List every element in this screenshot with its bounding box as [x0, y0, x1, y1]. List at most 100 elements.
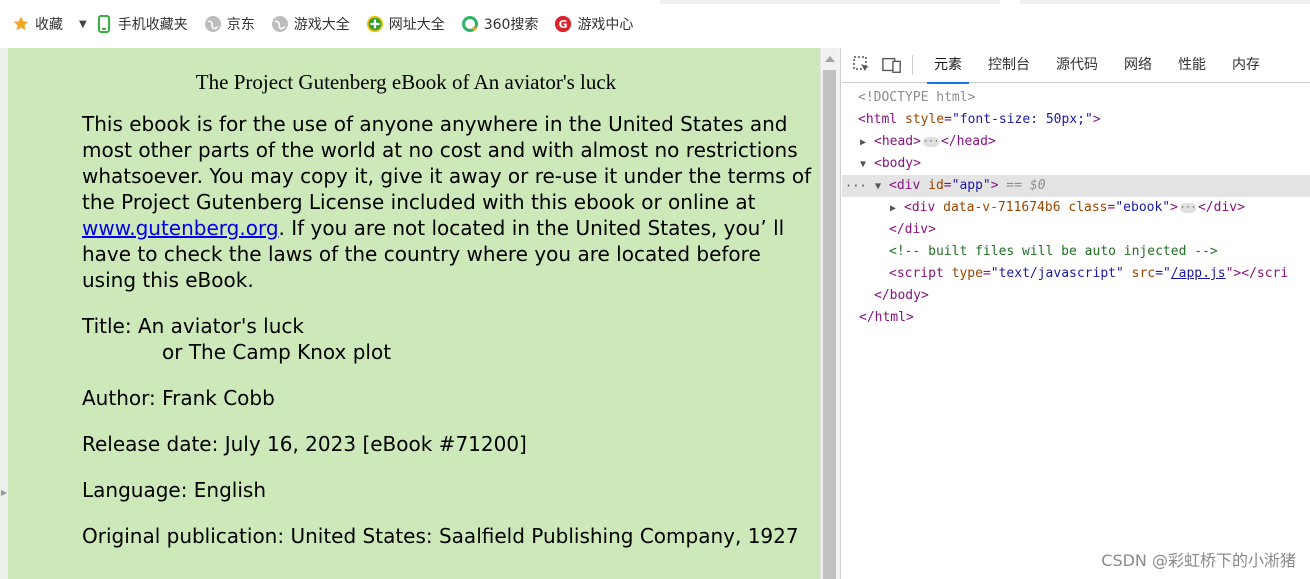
expand-triangle-icon[interactable]: ▶: [890, 198, 904, 220]
script-src-quote: =": [1155, 266, 1171, 281]
bookmark-favorites[interactable]: 收藏: [12, 14, 63, 34]
dom-tree: <!DOCTYPE html> <html style="font-size: …: [842, 83, 1310, 329]
head-close-tag: </head>: [940, 134, 996, 149]
bookmark-mobile-favorites[interactable]: 手机收藏夹: [95, 14, 188, 34]
dom-node-script[interactable]: <script type="text/javascript" src="/app…: [842, 263, 1310, 285]
ebook-content: The Project Gutenberg eBook of An aviato…: [82, 70, 812, 569]
ebook-page: ▶ The Project Gutenberg eBook of An avia…: [0, 48, 820, 579]
html-tag-end: >: [1092, 112, 1101, 127]
dom-node-html[interactable]: <html style="font-size: 50px;">: [842, 109, 1310, 131]
page-left-edge: [0, 48, 8, 579]
ellipsis-icon[interactable]: ···: [1179, 202, 1196, 213]
inner-div-open-tag: <div: [904, 200, 936, 215]
svg-text:G: G: [559, 18, 568, 31]
bookmark-url-directory[interactable]: 网址大全: [366, 14, 445, 34]
bookmark-games[interactable]: 游戏大全: [271, 14, 350, 34]
div-id-attr: id: [928, 178, 944, 193]
script-tag-tail: "></scri: [1225, 266, 1289, 281]
dom-node-html-close[interactable]: </html>: [842, 307, 1310, 329]
head-open-tag: <head>: [874, 134, 921, 149]
collapse-triangle-icon[interactable]: ▼: [875, 176, 889, 198]
inspect-element-icon[interactable]: [852, 55, 872, 75]
gutenberg-link[interactable]: www.gutenberg.org: [82, 216, 279, 240]
book-subtitle-line: or The Camp Knox plot: [162, 340, 392, 364]
author-line: Author: Frank Cobb: [82, 386, 275, 410]
toolbar-separator: [912, 55, 913, 75]
html-style-attr: style: [904, 112, 945, 127]
collapse-triangle-icon[interactable]: ▼: [860, 154, 874, 176]
globe-icon: [204, 15, 222, 33]
scrollbar-thumb[interactable]: [823, 70, 836, 579]
bookmark-label: 游戏大全: [293, 17, 350, 33]
bookmarks-bar: 收藏 ▼ 手机收藏夹 京东 游戏大全 网址大全 360搜索 G 游戏中心: [0, 0, 1310, 48]
tab-elements[interactable]: 元素: [921, 48, 975, 84]
bookmark-label: 网址大全: [388, 17, 445, 33]
class-attr: class: [1068, 200, 1108, 215]
div-open-tag: <div: [889, 178, 921, 193]
dom-node-div-close[interactable]: </div>: [842, 219, 1310, 241]
div-close-tag: </div>: [889, 222, 936, 237]
bookmark-label: 手机收藏夹: [117, 17, 188, 33]
dom-node-body[interactable]: ▼ <body>: [842, 153, 1310, 175]
inner-div-close-tag: </div>: [1197, 200, 1245, 215]
chevron-down-icon[interactable]: ▼: [79, 19, 87, 30]
doctype-text: <!DOCTYPE html>: [858, 90, 976, 105]
globe-icon: [271, 15, 289, 33]
inner-div-tag-end: >: [1170, 200, 1178, 215]
csdn-watermark: CSDN @彩虹桥下的小淅猪: [1101, 551, 1296, 570]
game-center-icon: G: [554, 15, 572, 33]
div-tag-end: >: [990, 178, 999, 193]
license-text: This ebook is for the use of anyone anyw…: [82, 112, 812, 214]
plus-circle-icon: [366, 15, 384, 33]
script-type-attr: type: [951, 266, 983, 281]
tab-sources[interactable]: 源代码: [1043, 48, 1111, 83]
scroll-up-arrow-icon[interactable]: [825, 56, 835, 62]
script-src-link[interactable]: /app.js: [1171, 266, 1226, 281]
book-title-line: Title: An aviator's luck: [82, 314, 304, 338]
dom-node-ebook-div[interactable]: ▶ <div data-v-711674b6 class="ebook"> ··· <…: [842, 197, 1310, 219]
title-paragraph: Title: An aviator's luck or The Camp Kno…: [82, 313, 812, 365]
language-line: Language: English: [82, 478, 267, 502]
body-open-tag: <body>: [874, 156, 921, 171]
html-tag: <html: [858, 112, 898, 127]
script-type-value: "text/javascript": [990, 266, 1124, 281]
dom-node-app-div-selected[interactable]: ··· ▼ <div id="app"> == $0: [842, 175, 1310, 197]
release-date-line: Release date: July 16, 2023 [eBook #7120…: [82, 432, 527, 456]
bookmark-label: 收藏: [35, 17, 63, 33]
data-v-attr: data-v-711674b6: [943, 200, 1061, 215]
panel-divider[interactable]: [838, 48, 841, 579]
dom-node-doctype[interactable]: <!DOCTYPE html>: [842, 87, 1310, 109]
ellipsis-icon[interactable]: ···: [922, 136, 939, 147]
bookmark-label: 京东: [226, 17, 255, 33]
dom-node-comment[interactable]: <!-- built files will be auto injected -…: [842, 241, 1310, 263]
tab-strip-edge: [660, 0, 1000, 4]
html-style-value: "font-size: 50px;": [951, 112, 1093, 127]
script-open-tag: <script: [889, 266, 944, 281]
html-close-tag: </html>: [859, 310, 914, 325]
page-scrollbar[interactable]: [820, 48, 838, 579]
script-src-attr: src: [1131, 266, 1156, 281]
bookmark-game-center[interactable]: G 游戏中心: [554, 14, 633, 34]
class-value: "ebook": [1115, 200, 1171, 215]
dom-node-body-close[interactable]: </body>: [842, 285, 1310, 307]
devtools-toolbar: 元素 控制台 源代码 网络 性能 内存: [842, 48, 1310, 84]
tab-performance[interactable]: 性能: [1165, 48, 1219, 83]
license-paragraph: This ebook is for the use of anyone anyw…: [82, 111, 812, 293]
bookmark-360-search[interactable]: 360搜索: [461, 14, 539, 34]
more-options-icon[interactable]: ···: [845, 175, 867, 197]
bookmark-label: 360搜索: [483, 17, 539, 33]
tab-memory[interactable]: 内存: [1219, 48, 1273, 83]
tab-console[interactable]: 控制台: [975, 48, 1043, 83]
expand-triangle-icon[interactable]: ▶: [860, 132, 874, 154]
expand-arrow-icon[interactable]: ▶: [1, 488, 7, 497]
publication-line: Original publication: United States: Saa…: [82, 524, 799, 548]
bookmark-jd[interactable]: 京东: [204, 14, 255, 34]
phone-icon: [95, 15, 113, 33]
device-toggle-icon[interactable]: [882, 55, 902, 75]
tab-network[interactable]: 网络: [1111, 48, 1165, 83]
star-icon: [12, 15, 30, 33]
bookmark-label: 游戏中心: [577, 17, 634, 33]
div-id-value: "app": [951, 178, 991, 193]
search-360-icon: [461, 15, 479, 33]
dom-node-head[interactable]: ▶ <head> ··· </head>: [842, 131, 1310, 153]
